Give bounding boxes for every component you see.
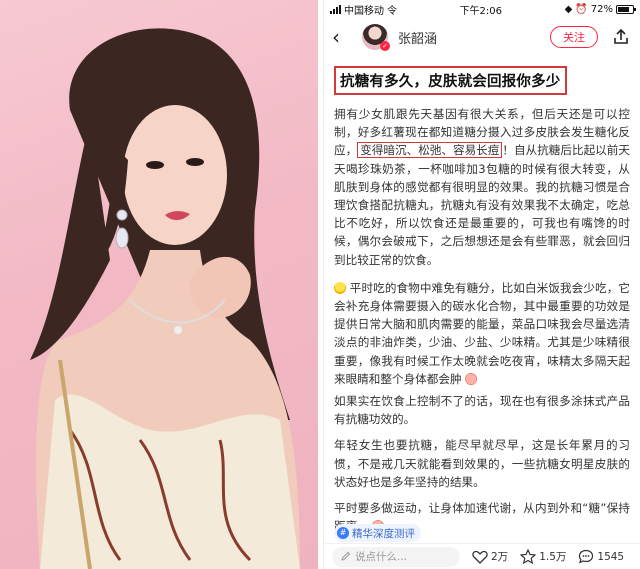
bulb-emoji-icon	[334, 281, 346, 294]
comment-count: 1545	[597, 550, 625, 563]
author-avatar[interactable]: ✓	[362, 24, 390, 51]
pig-emoji-icon	[465, 372, 478, 385]
paragraph-3: 如果实在饮食上控制不了的话，现在也有很多涂抹式产品有抗糖功效的。	[334, 394, 630, 427]
paragraph-1: 拥有少女肌跟先天基因有很大关系，但后天还是可以控制，好多红薯现在都知道糖分摄入过…	[334, 105, 630, 269]
highlighted-phrase: 变得暗沉、松弛、容易长痘	[357, 142, 503, 159]
portrait-photo	[0, 0, 318, 569]
carrier-label: 中国移动	[344, 5, 384, 17]
status-bar: 中国移动 令 下午2:06 ◆ ⏰ 72%	[324, 0, 640, 18]
post-content: 抗糖有多久，皮肤就会回报你多少 拥有少女肌跟先天基因有很大关系，但后天还是可以控…	[324, 56, 640, 535]
author-name[interactable]: 张韶涵	[398, 28, 437, 47]
post-title: 抗糖有多久，皮肤就会回报你多少	[334, 66, 567, 95]
paragraph-4: 年轻女生也要抗糖，能尽早就尽早，这是长年累月的习惯，不是戒几天就能看到效果的，一…	[334, 438, 630, 489]
like-button[interactable]: 2万	[472, 549, 508, 564]
alarm-icon: ⏰	[575, 3, 588, 15]
location-icon: ◆	[564, 3, 573, 15]
verified-badge-icon: ✓	[380, 41, 390, 51]
signal-icon	[330, 4, 341, 14]
share-icon[interactable]	[612, 28, 630, 46]
comment-icon	[579, 549, 594, 564]
topic-tag-label: 精华深度测评	[352, 527, 415, 540]
favorite-button[interactable]: 1.5万	[520, 549, 566, 564]
comment-placeholder: 说点什么...	[355, 551, 408, 563]
topic-tag[interactable]: # 精华深度测评	[334, 524, 421, 542]
comment-input[interactable]: 说点什么...	[332, 546, 460, 567]
like-count: 2万	[491, 551, 509, 563]
paragraph-2: 平时吃的食物中难免有糖分，比如白米饭我会少吃，它会补充身体需要摄入的碳水化合物，…	[334, 279, 630, 388]
battery-percent: 72%	[590, 3, 613, 15]
portrait-illustration	[30, 28, 300, 569]
comment-button[interactable]: 1545	[578, 549, 624, 564]
battery-icon	[615, 4, 636, 14]
bottom-action-bar: 说点什么... 2万 1.5万 1545	[324, 543, 640, 569]
phone-screen: 中国移动 令 下午2:06 ◆ ⏰ 72% ‹ ✓ 张韶涵 关注 抗糖有多久，皮…	[323, 0, 640, 569]
paragraph-1-end: ！自从抗糖后比起以前天天喝珍珠奶茶，一杯咖啡加3包糖的时候有很大转变，从肌肤到身…	[334, 143, 630, 267]
hashtag-icon: #	[337, 527, 349, 539]
back-icon[interactable]: ‹	[332, 27, 350, 47]
wifi-icon: 令	[387, 5, 397, 17]
favorite-count: 1.5万	[539, 551, 567, 563]
follow-button[interactable]: 关注	[550, 26, 598, 48]
pencil-icon	[341, 551, 351, 561]
paragraph-2-text: 平时吃的食物中难免有糖分，比如白米饭我会少吃，它会补充身体需要摄入的碳水化合物，…	[334, 280, 630, 386]
top-navbar: ‹ ✓ 张韶涵 关注	[324, 18, 640, 56]
status-time: 下午2:06	[459, 5, 503, 17]
heart-icon	[472, 550, 488, 564]
star-icon	[520, 549, 537, 564]
